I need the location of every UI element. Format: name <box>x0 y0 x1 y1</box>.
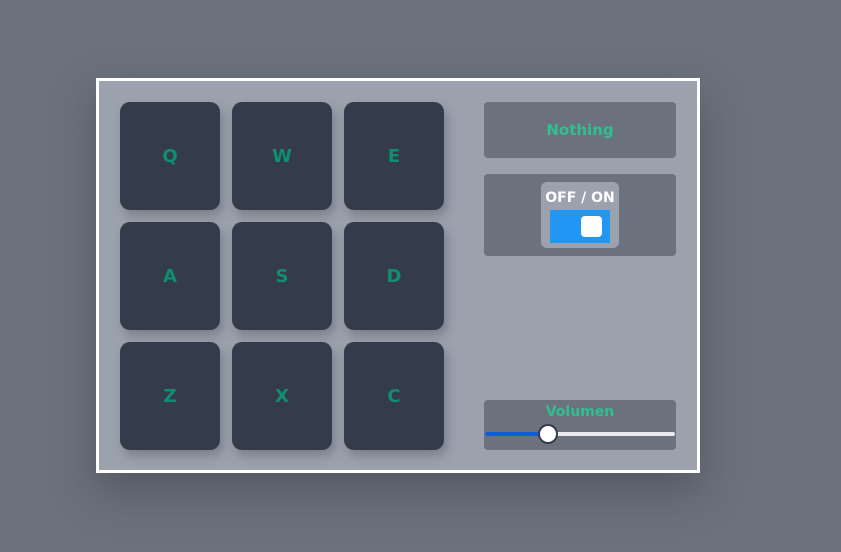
volume-panel: Volumen <box>484 400 676 450</box>
volume-slider-thumb[interactable] <box>537 424 558 444</box>
drum-pad-s[interactable]: S <box>232 222 332 330</box>
drum-pad-x[interactable]: X <box>232 342 332 450</box>
drum-pad-c[interactable]: C <box>344 342 444 450</box>
volume-slider[interactable] <box>485 424 675 444</box>
power-label: OFF / ON <box>545 190 615 206</box>
toggle-knob[interactable] <box>581 216 602 237</box>
power-switch-box: OFF / ON <box>541 182 619 248</box>
drum-pad-e[interactable]: E <box>344 102 444 210</box>
drum-pad-z[interactable]: Z <box>120 342 220 450</box>
drum-pad-grid: Q W E A S D Z X C <box>120 102 446 452</box>
drum-pad-a[interactable]: A <box>120 222 220 330</box>
drum-pad-w[interactable]: W <box>232 102 332 210</box>
power-panel: OFF / ON <box>484 174 676 256</box>
drum-machine: Q W E A S D Z X C Nothing OFF / ON Volum… <box>96 78 700 473</box>
drum-pad-d[interactable]: D <box>344 222 444 330</box>
power-toggle[interactable] <box>550 210 610 243</box>
drum-pad-q[interactable]: Q <box>120 102 220 210</box>
sound-display: Nothing <box>484 102 676 158</box>
volume-label: Volumen <box>545 404 615 420</box>
